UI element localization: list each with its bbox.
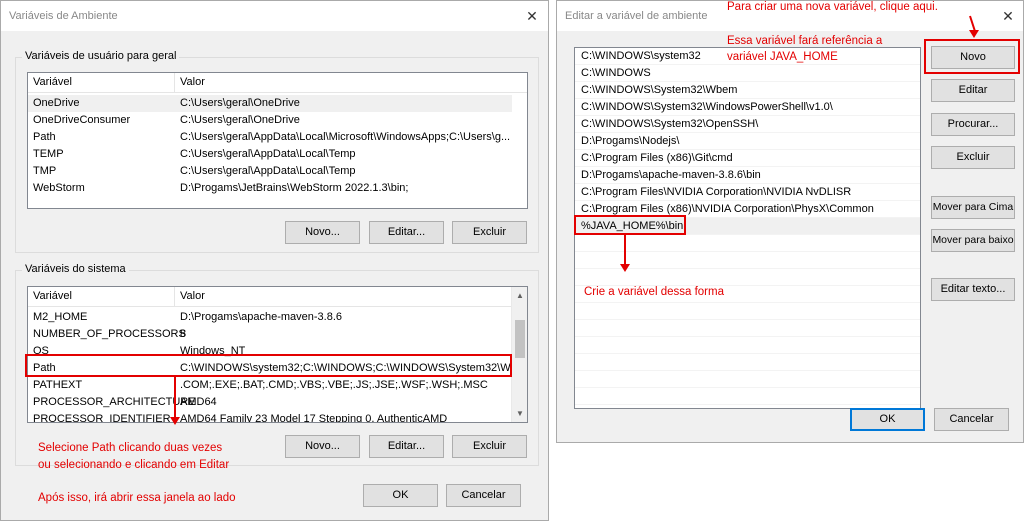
var-name: OneDrive: [33, 97, 80, 109]
empty-row: [575, 371, 920, 388]
env-vars-title: Variáveis de Ambiente: [9, 10, 118, 22]
var-value: C:\Users\geral\AppData\Local\Microsoft\W…: [180, 131, 511, 143]
edit-delete-button[interactable]: Excluir: [931, 146, 1015, 169]
var-value: 8: [180, 328, 187, 340]
user-vars-group-label: Variáveis de usuário para geral: [22, 50, 180, 62]
edit-edit-button[interactable]: Editar: [931, 79, 1015, 102]
arrow-head-icon: [170, 417, 180, 425]
annotation-create-hint: Crie a variável dessa forma: [584, 286, 724, 298]
list-item[interactable]: C:\WINDOWS\System32\Wbem: [575, 82, 920, 99]
table-row[interactable]: PROCESSOR_ARCHITECTURE AMD64: [28, 394, 512, 411]
column-header-value[interactable]: Valor: [175, 73, 527, 93]
list-item[interactable]: D:\Progams\apache-maven-3.8.6\bin: [575, 167, 920, 184]
table-row[interactable]: PATHEXT .COM;.EXE;.BAT;.CMD;.VBS;.VBE;.J…: [28, 377, 512, 394]
user-vars-list-header: Variável Valor: [28, 73, 527, 93]
var-value: D:\Progams\apache-maven-3.8.6: [180, 311, 343, 323]
table-row[interactable]: TEMP C:\Users\geral\AppData\Local\Temp: [28, 146, 512, 163]
annotation-reference-1: Essa variável fará referência a: [727, 35, 883, 47]
column-header-variable[interactable]: Variável: [28, 73, 175, 93]
empty-row: [575, 388, 920, 405]
annotation-select-path-1: Selecione Path clicando duas vezes: [38, 442, 223, 454]
var-value: AMD64 Family 23 Model 17 Stepping 0, Aut…: [180, 413, 448, 423]
var-name: TEMP: [33, 148, 64, 160]
list-item[interactable]: C:\WINDOWS\System32\WindowsPowerShell\v1…: [575, 99, 920, 116]
system-delete-button[interactable]: Excluir: [452, 435, 527, 458]
var-value: C:\Users\geral\OneDrive: [180, 114, 300, 126]
table-row[interactable]: OneDrive C:\Users\geral\OneDrive: [28, 95, 512, 112]
user-delete-button[interactable]: Excluir: [452, 221, 527, 244]
var-name: WebStorm: [33, 182, 85, 194]
var-name: Path: [33, 131, 56, 143]
arrow-head-icon: [620, 264, 630, 272]
table-row[interactable]: M2_HOME D:\Progams\apache-maven-3.8.6: [28, 309, 512, 326]
list-item[interactable]: C:\WINDOWS: [575, 65, 920, 82]
new-button-highlight: [924, 39, 1020, 74]
scroll-down-arrow-icon[interactable]: ▼: [512, 405, 527, 422]
path-row-highlight: [25, 354, 512, 377]
scroll-up-arrow-icon[interactable]: ▲: [512, 287, 527, 304]
var-name: M2_HOME: [33, 311, 88, 323]
var-name: PROCESSOR_ARCHITECTURE: [33, 396, 196, 408]
system-vars-scrollbar[interactable]: ▲ ▼: [511, 287, 527, 422]
env-vars-titlebar[interactable]: Variáveis de Ambiente ✕: [1, 1, 548, 31]
close-icon[interactable]: ✕: [999, 7, 1017, 25]
var-name: OneDriveConsumer: [33, 114, 131, 126]
var-value: .COM;.EXE;.BAT;.CMD;.VBS;.VBE;.JS;.JSE;.…: [180, 379, 488, 391]
system-vars-list-header: Variável Valor: [28, 287, 527, 307]
list-item[interactable]: C:\Program Files (x86)\Git\cmd: [575, 150, 920, 167]
list-item[interactable]: D:\Progams\Nodejs\: [575, 133, 920, 150]
var-value: AMD64: [180, 396, 217, 408]
system-new-button[interactable]: Novo...: [285, 435, 360, 458]
empty-row: [575, 337, 920, 354]
empty-row: [575, 303, 920, 320]
table-row[interactable]: NUMBER_OF_PROCESSORS 8: [28, 326, 512, 343]
empty-row: [575, 320, 920, 337]
var-value: C:\Users\geral\AppData\Local\Temp: [180, 165, 356, 177]
move-up-button[interactable]: Mover para Cima: [931, 196, 1015, 219]
table-row[interactable]: TMP C:\Users\geral\AppData\Local\Temp: [28, 163, 512, 180]
move-down-button[interactable]: Mover para baixo: [931, 229, 1015, 252]
scroll-thumb[interactable]: [515, 320, 525, 358]
var-name: PATHEXT: [33, 379, 83, 391]
user-new-button[interactable]: Novo...: [285, 221, 360, 244]
table-row[interactable]: Path C:\Users\geral\AppData\Local\Micros…: [28, 129, 512, 146]
var-name: NUMBER_OF_PROCESSORS: [33, 328, 186, 340]
var-name: PROCESSOR_IDENTIFIER: [33, 413, 171, 423]
env-cancel-button[interactable]: Cancelar: [446, 484, 521, 507]
annotation-reference-2: variável JAVA_HOME: [727, 51, 838, 63]
env-ok-button[interactable]: OK: [363, 484, 438, 507]
edit-ok-button[interactable]: OK: [850, 408, 925, 431]
arrow-shaft: [174, 377, 176, 419]
empty-row: [575, 235, 920, 252]
table-row[interactable]: WebStorm D:\Progams\JetBrains\WebStorm 2…: [28, 180, 512, 197]
arrow-shaft: [624, 235, 626, 265]
arrow-head-icon: [969, 30, 979, 38]
edit-text-button[interactable]: Editar texto...: [931, 278, 1015, 301]
var-value: C:\Users\geral\OneDrive: [180, 97, 300, 109]
system-edit-button[interactable]: Editar...: [369, 435, 444, 458]
var-value: C:\Users\geral\AppData\Local\Temp: [180, 148, 356, 160]
system-vars-group-label: Variáveis do sistema: [22, 263, 129, 275]
annotation-select-path-2: ou selecionando e clicando em Editar: [38, 459, 230, 471]
annotation-create-new: Para criar uma nova variável, clique aqu…: [727, 1, 938, 13]
var-value: D:\Progams\JetBrains\WebStorm 2022.1.3\b…: [180, 182, 409, 194]
table-row[interactable]: OneDriveConsumer C:\Users\geral\OneDrive: [28, 112, 512, 129]
close-icon[interactable]: ✕: [523, 7, 541, 25]
empty-row: [575, 354, 920, 371]
column-header-value[interactable]: Valor: [175, 287, 513, 307]
table-row[interactable]: PROCESSOR_IDENTIFIER AMD64 Family 23 Mod…: [28, 411, 512, 423]
annotation-after-hint: Após isso, irá abrir essa janela ao lado: [38, 492, 236, 504]
edit-var-title: Editar a variável de ambiente: [565, 10, 708, 22]
list-item[interactable]: C:\Program Files\NVIDIA Corporation\NVID…: [575, 184, 920, 201]
java-home-entry-highlight: [574, 215, 686, 235]
var-name: TMP: [33, 165, 57, 177]
edit-cancel-button[interactable]: Cancelar: [934, 408, 1009, 431]
user-edit-button[interactable]: Editar...: [369, 221, 444, 244]
user-vars-list[interactable]: Variável Valor OneDrive C:\Users\geral\O…: [27, 72, 528, 209]
edit-browse-button[interactable]: Procurar...: [931, 113, 1015, 136]
column-header-variable[interactable]: Variável: [28, 287, 175, 307]
list-item[interactable]: C:\WINDOWS\System32\OpenSSH\: [575, 116, 920, 133]
